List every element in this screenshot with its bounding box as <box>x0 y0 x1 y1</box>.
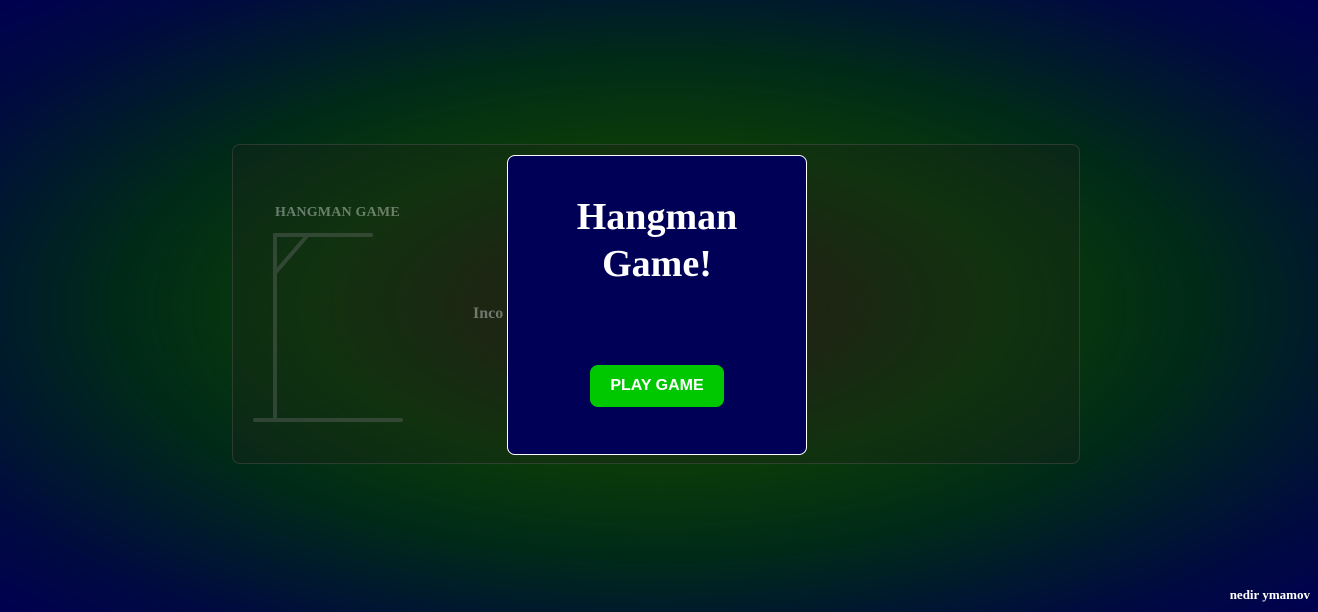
gallows-brace <box>273 235 308 275</box>
gallows-drawing <box>253 233 403 422</box>
start-modal: Hangman Game! PLAY GAME <box>507 155 807 455</box>
author-credit: nedir ymamov <box>1229 587 1310 602</box>
play-game-button[interactable]: PLAY GAME <box>590 365 724 407</box>
game-title: HANGMAN GAME <box>275 205 400 220</box>
modal-title: Hangman Game! <box>576 196 738 285</box>
incorrect-guesses-label: Inco <box>473 305 504 322</box>
